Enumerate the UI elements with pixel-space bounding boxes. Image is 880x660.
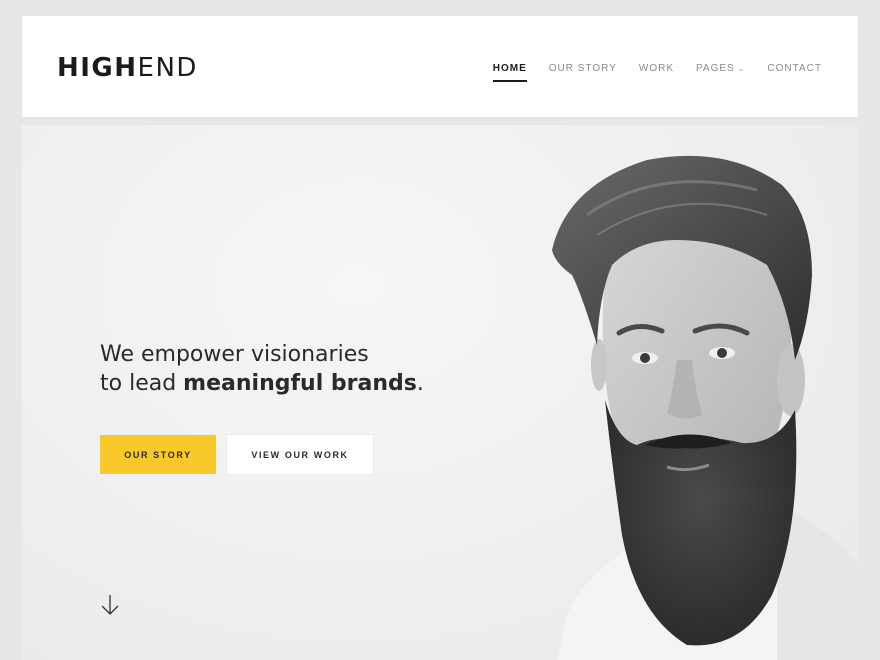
view-our-work-button-label: VIEW OUR WORK — [251, 449, 349, 460]
nav-item-work[interactable]: WORK — [639, 62, 674, 76]
hero-headline: We empower visionaries to lead meaningfu… — [100, 340, 424, 398]
main-nav: HOME OUR STORY WORK PAGES ⌄ CONTACT — [471, 62, 822, 82]
headline-line-1: We empower visionaries — [100, 342, 369, 367]
headline-line-2-bold: meaningful brands — [183, 371, 417, 396]
logo[interactable]: HIGHEND — [57, 53, 198, 83]
nav-item-contact[interactable]: CONTACT — [767, 62, 822, 76]
our-story-button-label: OUR STORY — [124, 449, 192, 460]
headline-line-2-suffix: . — [416, 371, 424, 396]
our-story-button[interactable]: OUR STORY — [100, 435, 216, 474]
headline-line-2-prefix: to lead — [100, 371, 184, 396]
site-header: HIGHEND HOME OUR STORY WORK PAGES ⌄ CONTA… — [22, 16, 858, 117]
chevron-down-icon: ⌄ — [737, 64, 746, 73]
nav-item-label: OUR STORY — [548, 63, 617, 74]
arrow-down-icon[interactable] — [100, 593, 120, 617]
bearded-man-portrait — [552, 155, 858, 660]
nav-item-pages[interactable]: PAGES ⌄ — [696, 62, 745, 76]
logo-bold-text: HIGH — [57, 53, 138, 83]
nav-item-home[interactable]: HOME — [492, 62, 527, 82]
nav-item-our-story[interactable]: OUR STORY — [549, 62, 617, 76]
view-our-work-button[interactable]: VIEW OUR WORK — [227, 435, 373, 474]
nav-item-label: CONTACT — [767, 63, 822, 74]
hero-section: We empower visionaries to lead meaningfu… — [22, 125, 858, 660]
logo-light-text: END — [137, 53, 198, 83]
nav-item-label: PAGES — [695, 63, 735, 74]
nav-item-label: HOME — [492, 63, 527, 74]
nav-item-label: WORK — [638, 63, 674, 74]
